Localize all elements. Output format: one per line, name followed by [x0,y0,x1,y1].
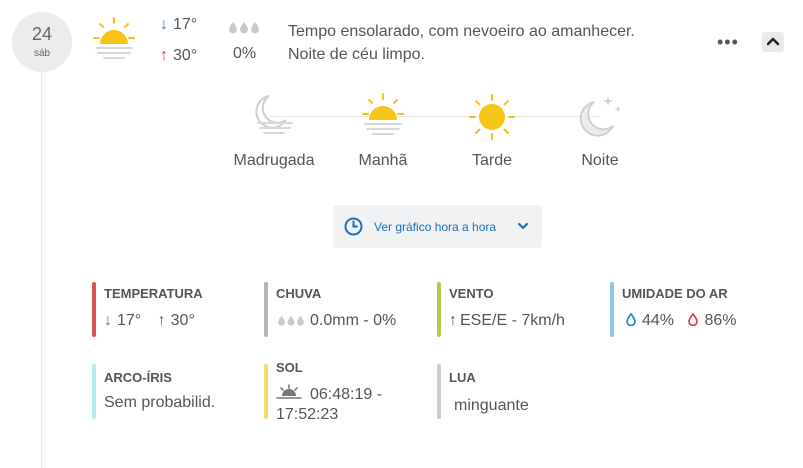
stat-umidade-max: 86% [704,312,737,329]
stat-temperatura-title: TEMPERATURA [104,286,203,301]
summary-temp-min: ↓ 17° [160,16,197,34]
stat-temp-max: 30° [170,312,195,329]
stat-sol-title: SOL [276,360,303,375]
stat-chuva-title: CHUVA [276,286,322,301]
humidity-high-icon [688,312,699,327]
stat-chuva-bar [264,282,268,337]
stat-umidade-bar [610,282,614,337]
date-badge: 24 sáb [12,12,72,72]
stat-vento-value: ↑ ESE/E - 7km/h [449,312,565,330]
chevron-up-icon [766,37,780,46]
clock-icon [344,217,363,236]
period-label-madrugada: Madrugada [233,152,315,169]
stat-vento: VENTO ↑ ESE/E - 7km/h [437,282,587,338]
summary-temp-max-value: 30° [173,47,198,64]
stat-lua: LUA minguante [437,364,587,420]
date-weekday: sáb [33,48,51,59]
stat-sol-bar [264,364,268,419]
stat-lua-value: minguante [454,397,529,414]
description-line-1: Tempo ensolarado, com nevoeiro ao amanhe… [288,23,635,40]
stat-umidade-value: 44% 86% [626,312,737,330]
sun-fog-icon [362,93,404,135]
stat-umidade-title: UMIDADE DO AR [622,286,728,301]
stat-lua-bar [437,364,441,419]
stat-lua-title: LUA [449,370,476,385]
chevron-down-icon [517,222,529,230]
humidity-low-icon [626,312,636,327]
stat-vento-title: VENTO [449,286,494,301]
period-label-manha: Manhã [358,152,408,169]
stat-sol-sunset: 17:52:23 [276,406,339,423]
rain-drops-icon [229,22,259,34]
sun-fog-icon [93,17,135,59]
stat-temp-min: 17° [117,312,142,329]
more-options-button[interactable]: ••• [717,32,739,53]
arrow-down-icon: ↓ [104,312,112,329]
hourly-chart-label: Ver gráfico hora a hora [374,220,497,234]
rain-drops-icon [278,315,304,326]
arrow-up-icon: ↑ [160,47,168,64]
stat-sol: SOL 06:48:19 - 17:52:23 [264,360,414,423]
collapse-button[interactable] [762,32,784,52]
stat-vento-text: ESE/E - 7km/h [460,312,565,329]
stat-umidade: UMIDADE DO AR 44% 86% [610,282,760,338]
stat-umidade-min: 44% [642,312,675,329]
period-label-tarde: Tarde [471,152,513,169]
summary-rain-pct: 0% [233,45,257,62]
date-day: 24 [31,24,53,44]
stat-vento-bar [437,282,441,337]
stat-arco-iris: ARCO-ÍRIS Sem probabilid. [92,364,242,420]
periods-divider [270,116,600,117]
period-label-noite: Noite [581,152,619,169]
stat-temperatura: TEMPERATURA ↓ 17° ↑ 30° [92,282,242,338]
description-line-2: Noite de céu limpo. [288,46,425,63]
wind-direction-icon: ↑ [449,312,457,329]
stat-temperatura-bar [92,282,96,337]
stat-sol-sunrise: 06:48:19 - [310,386,383,403]
arrow-up-icon: ↑ [157,312,166,329]
summary-temp-max: ↑ 30° [160,47,197,65]
sunrise-icon [276,384,302,399]
moon-stars-icon [579,96,621,137]
stat-arco-iris-bar [92,364,96,419]
stat-chuva: CHUVA 0.0mm - 0% [264,282,414,338]
stat-chuva-value: 0.0mm - 0% [276,312,396,330]
weather-description: Tempo ensolarado, com nevoeiro ao amanhe… [288,20,688,66]
stat-arco-iris-title: ARCO-ÍRIS [104,370,172,385]
stat-arco-iris-value: Sem probabilid. [104,394,216,411]
sun-icon [469,94,515,140]
stat-temperatura-value: ↓ 17° ↑ 30° [104,312,195,330]
moon-fog-icon [255,95,293,134]
timeline-line [41,60,42,468]
stat-chuva-text: 0.0mm - 0% [310,312,397,329]
summary-temp-min-value: 17° [173,16,198,33]
hourly-chart-button[interactable]: Ver gráfico hora a hora [333,205,542,248]
arrow-down-icon: ↓ [160,16,168,33]
